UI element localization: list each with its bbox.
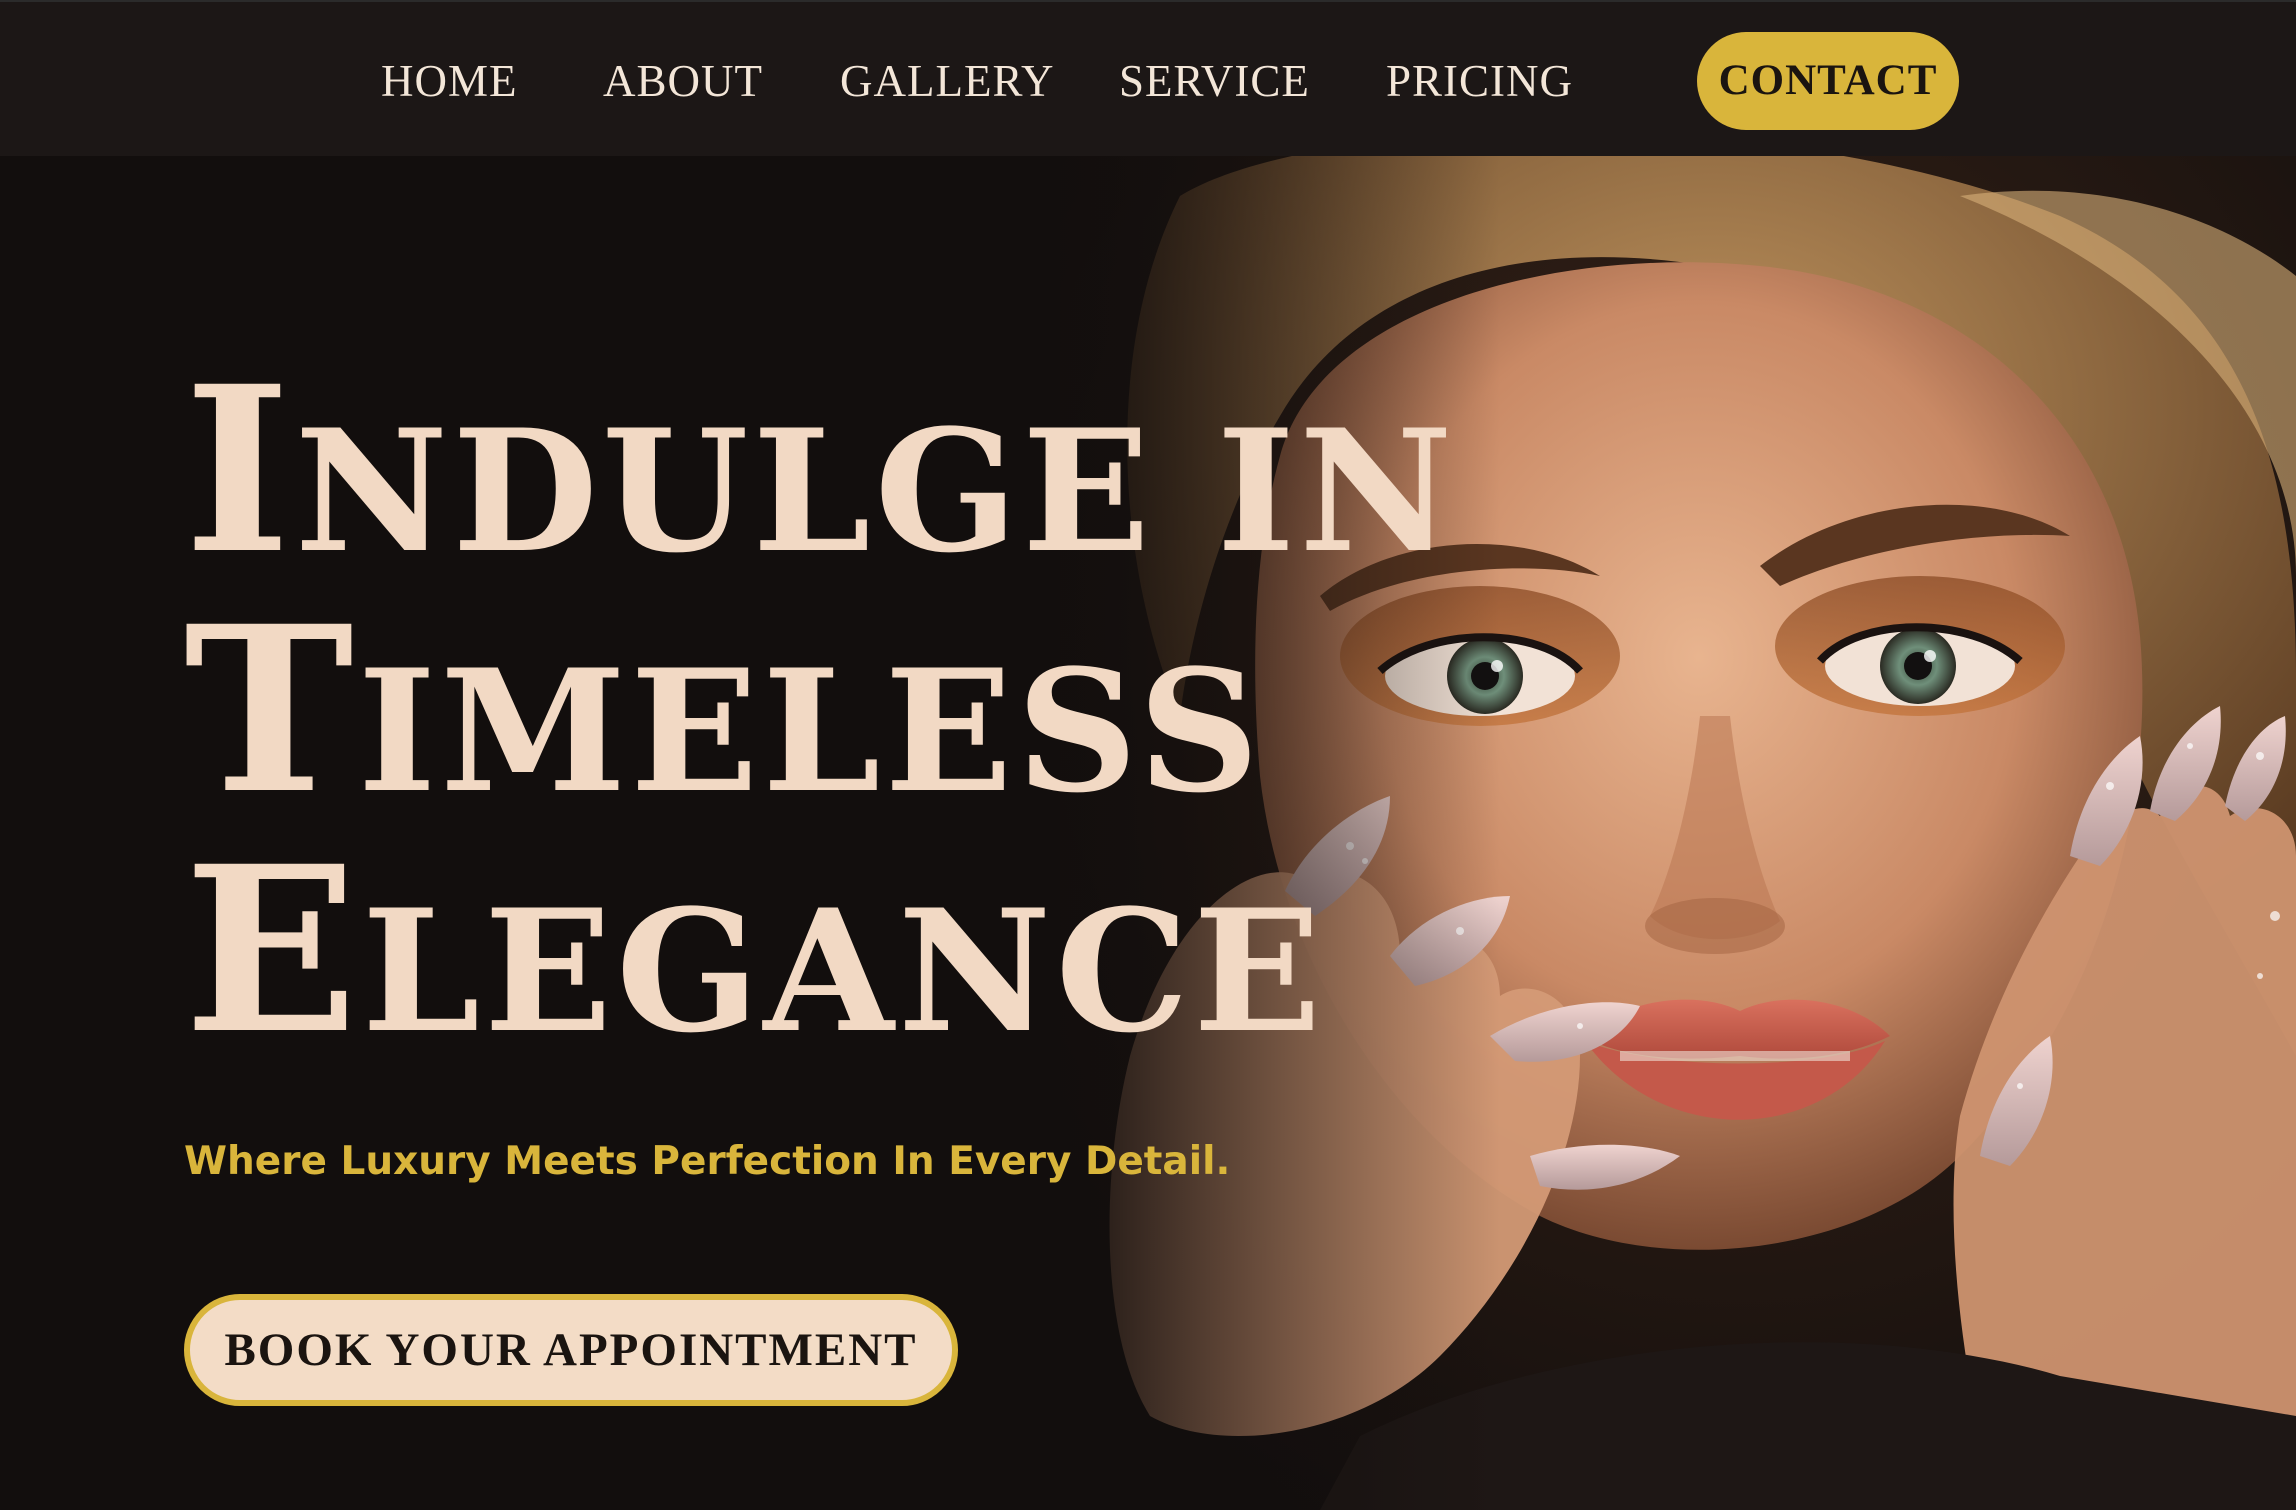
nav-link-gallery[interactable]: GALLERY (840, 54, 1055, 108)
hero-headline: INDULGE IN TIMELESS ELEGANCE (184, 350, 1457, 1070)
headline-line-1: INDULGE IN (184, 336, 1457, 604)
landing-page: HOME ABOUT GALLERY SERVICE PRICING CONTA… (0, 0, 2296, 1510)
nav-link-about[interactable]: ABOUT (603, 54, 763, 108)
book-appointment-button[interactable]: BOOK YOUR APPOINTMENT (184, 1294, 958, 1406)
contact-button[interactable]: CONTACT (1697, 32, 1959, 130)
nav-link-home[interactable]: HOME (381, 54, 518, 108)
headline-line-3: ELEGANCE (184, 816, 1326, 1084)
top-navbar: HOME ABOUT GALLERY SERVICE PRICING CONTA… (0, 0, 2296, 156)
headline-line-2: TIMELESS (184, 576, 1264, 844)
hero-tagline: Where Luxury Meets Perfection In Every D… (184, 1139, 1231, 1184)
nav-link-service[interactable]: SERVICE (1119, 54, 1310, 108)
nav-link-pricing[interactable]: PRICING (1386, 54, 1573, 108)
